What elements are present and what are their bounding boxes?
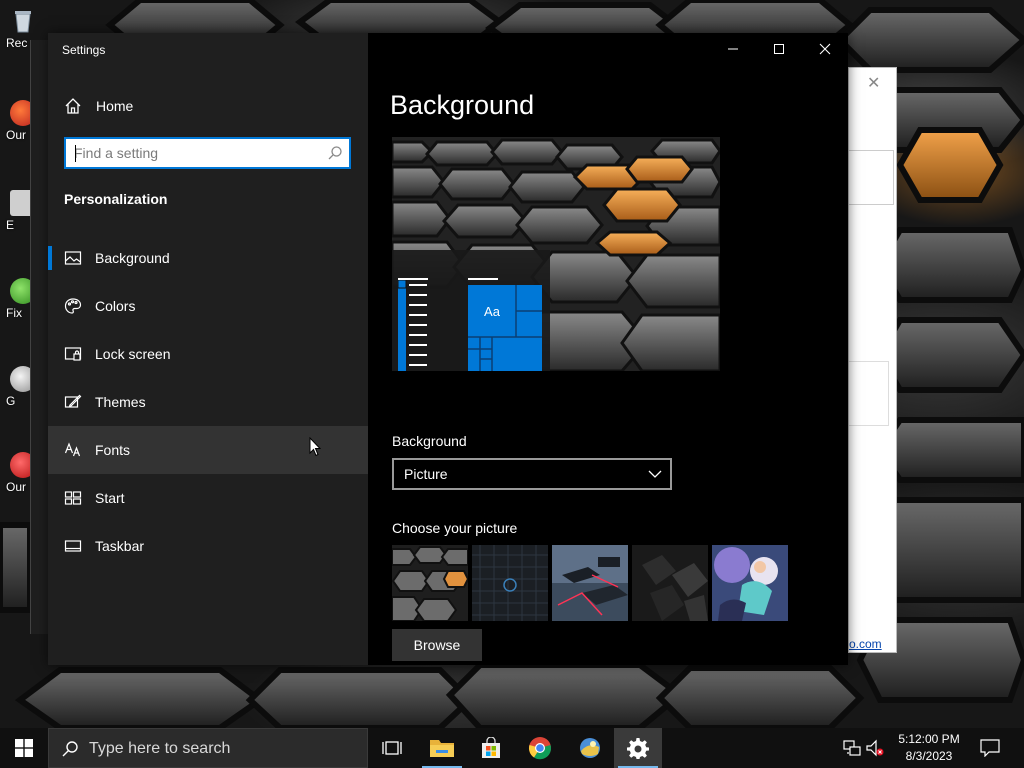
picture-thumbnail[interactable] xyxy=(472,545,548,621)
settings-sidebar: Settings Home Personalization Background xyxy=(48,33,368,665)
taskbar-search-box[interactable]: Type here to search xyxy=(48,728,368,768)
preview-app-list xyxy=(398,280,427,371)
gear-icon xyxy=(627,738,649,759)
browse-button[interactable]: Browse xyxy=(392,629,482,661)
volume-muted-icon[interactable] xyxy=(866,739,884,757)
background-label: Background xyxy=(392,433,467,449)
search-icon[interactable] xyxy=(327,145,343,161)
preview-tile-text: Aa xyxy=(484,303,500,319)
background-window-panel xyxy=(849,150,894,205)
search-icon xyxy=(62,741,78,757)
lock-screen-icon xyxy=(64,347,82,361)
background-window[interactable]: ✕ o.com xyxy=(848,67,897,653)
choose-picture-label: Choose your picture xyxy=(392,520,518,536)
desktop-preview: Aa xyxy=(392,137,720,371)
picture-thumbnail[interactable] xyxy=(632,545,708,621)
nav-item-label: Themes xyxy=(95,394,146,410)
picture-thumbnails xyxy=(392,545,788,621)
nav-item-label: Background xyxy=(95,250,170,266)
chevron-down-icon xyxy=(648,470,662,478)
desktop-icon-label: Fix xyxy=(6,306,22,320)
section-title: Personalization xyxy=(64,191,168,207)
background-type-value: Picture xyxy=(404,466,448,482)
nav-item-label: Colors xyxy=(95,298,136,314)
picture-thumbnail[interactable] xyxy=(712,545,788,621)
text-caret xyxy=(75,145,76,162)
photo-app-icon xyxy=(580,738,600,758)
preview-line xyxy=(468,278,498,280)
picture-thumbnail[interactable] xyxy=(392,545,468,621)
taskbar-settings[interactable] xyxy=(614,728,662,768)
clock-date: 8/3/2023 xyxy=(905,749,953,763)
windows-logo-icon xyxy=(15,739,33,757)
mouse-cursor xyxy=(309,437,321,457)
clock-time: 5:12:00 PM xyxy=(898,732,960,746)
setting-search-input[interactable] xyxy=(74,144,314,162)
background-window-link[interactable]: o.com xyxy=(849,637,882,651)
taskbar-file-explorer[interactable] xyxy=(418,728,466,768)
folder-icon xyxy=(430,740,454,757)
recycle-bin-icon xyxy=(15,11,31,33)
background-type-dropdown[interactable]: Picture xyxy=(392,458,672,490)
nav-item-start[interactable]: Start xyxy=(48,474,368,522)
nav-item-background[interactable]: Background xyxy=(48,234,368,282)
taskbar-search-placeholder: Type here to search xyxy=(89,740,231,757)
taskbar-clock[interactable]: 5:12:00 PM 8/3/2023 xyxy=(890,731,968,765)
taskbar-microsoft-store[interactable] xyxy=(467,728,515,768)
taskbar-photo-app[interactable] xyxy=(566,728,614,768)
chrome-icon xyxy=(528,737,552,760)
desktop-icon-label: E xyxy=(6,218,15,232)
themes-icon xyxy=(64,394,82,408)
nav-item-label: Taskbar xyxy=(95,538,145,554)
background-window-edge xyxy=(30,40,48,634)
nav-item-colors[interactable]: Colors xyxy=(48,282,368,330)
home-icon xyxy=(65,98,81,114)
nav-item-label: Fonts xyxy=(95,442,131,458)
task-view-icon xyxy=(382,741,402,755)
background-window-panel xyxy=(849,361,889,426)
setting-search-box[interactable] xyxy=(64,137,351,169)
window-title: Settings xyxy=(62,43,106,57)
settings-content: Background Aa Background Picture Choose … xyxy=(368,33,848,665)
preview-line xyxy=(398,278,428,280)
picture-icon xyxy=(64,251,82,265)
taskbar-icon xyxy=(64,540,82,552)
desktop-icon-label: Our xyxy=(6,480,27,494)
nav-home[interactable]: Home xyxy=(48,88,368,124)
nav-home-label: Home xyxy=(96,98,134,114)
store-icon xyxy=(482,737,500,758)
nav-item-lock-screen[interactable]: Lock screen xyxy=(48,330,368,378)
start-icon xyxy=(64,491,82,505)
notification-center-icon[interactable] xyxy=(980,739,1000,757)
taskbar-task-view[interactable] xyxy=(368,728,416,768)
nav-item-taskbar[interactable]: Taskbar xyxy=(48,522,368,570)
start-button[interactable] xyxy=(0,728,48,768)
nav-item-themes[interactable]: Themes xyxy=(48,378,368,426)
nav-item-label: Lock screen xyxy=(95,346,171,362)
fonts-icon xyxy=(64,442,81,457)
desktop-icon-label: Rec xyxy=(6,36,28,50)
taskbar: Type here to search 5:12:00 PM 8/3/2023 xyxy=(0,728,1024,768)
settings-window: Settings Home Personalization Background xyxy=(48,33,848,665)
page-title: Background xyxy=(390,90,535,120)
picture-thumbnail[interactable] xyxy=(552,545,628,621)
taskbar-chrome[interactable] xyxy=(516,728,564,768)
desktop-icon-label: G xyxy=(6,394,16,408)
palette-icon xyxy=(64,298,82,314)
desktop-icon-label: Our xyxy=(6,128,27,142)
close-icon[interactable]: ✕ xyxy=(867,73,880,93)
nav-item-label: Start xyxy=(95,490,125,506)
network-icon[interactable] xyxy=(843,739,861,757)
